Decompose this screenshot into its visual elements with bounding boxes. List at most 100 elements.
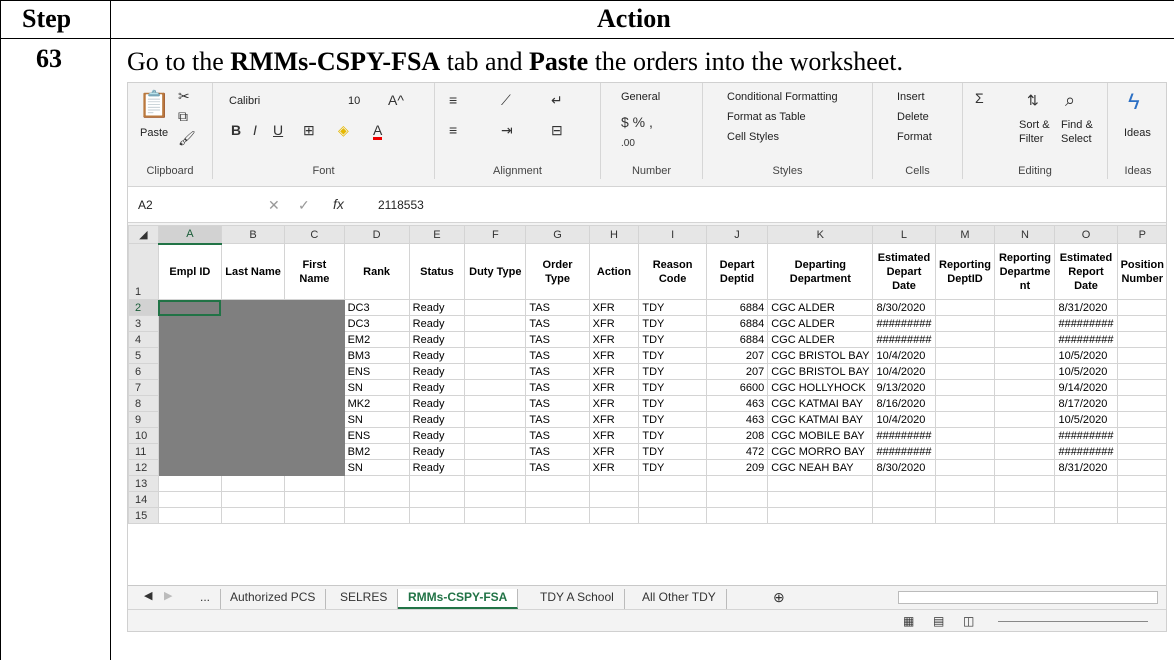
cell[interactable] bbox=[157, 507, 222, 524]
ideas-button[interactable]: Ideas bbox=[1124, 127, 1151, 139]
cell[interactable]: 8/17/2020 bbox=[1054, 395, 1118, 412]
cell[interactable]: TAS bbox=[525, 347, 590, 364]
cell[interactable]: CGC ALDER bbox=[767, 315, 874, 332]
cell[interactable] bbox=[284, 379, 345, 396]
cell[interactable] bbox=[343, 491, 410, 508]
cell[interactable]: 8/31/2020 bbox=[1054, 299, 1118, 316]
cell[interactable] bbox=[284, 491, 345, 508]
cell[interactable] bbox=[220, 395, 286, 412]
cell[interactable] bbox=[284, 507, 345, 524]
cell[interactable] bbox=[525, 475, 590, 492]
column-header[interactable]: A bbox=[157, 225, 222, 245]
format-painter-icon[interactable]: 🖌 bbox=[178, 131, 196, 145]
header-cell[interactable]: Rank bbox=[343, 243, 410, 300]
cell[interactable]: 10/4/2020 bbox=[872, 411, 936, 428]
worksheet[interactable]: ◢ A B C D E F G H I J K L M N O P 1 Empl ID Last Name First… bbox=[128, 225, 1166, 524]
underline-icon[interactable]: U bbox=[273, 123, 283, 137]
header-cell[interactable]: Duty Type bbox=[464, 243, 527, 300]
row-header[interactable]: 1 bbox=[128, 243, 159, 300]
cell[interactable] bbox=[1116, 395, 1166, 412]
cell[interactable] bbox=[464, 507, 527, 524]
cell[interactable] bbox=[343, 507, 410, 524]
insert-button[interactable]: Insert bbox=[897, 91, 925, 103]
cell[interactable]: XFR bbox=[588, 315, 640, 332]
cell[interactable]: CGC KATMAI BAY bbox=[767, 411, 874, 428]
cell[interactable]: TDY bbox=[638, 363, 707, 380]
cell[interactable]: TAS bbox=[525, 459, 590, 476]
tab-selres[interactable]: SELRES bbox=[330, 589, 399, 609]
cell[interactable] bbox=[1054, 507, 1118, 524]
cell[interactable] bbox=[1116, 315, 1166, 332]
cell[interactable]: 10/5/2020 bbox=[1054, 411, 1118, 428]
cell[interactable]: TAS bbox=[525, 331, 590, 348]
cell[interactable] bbox=[934, 347, 996, 364]
cell[interactable] bbox=[994, 395, 1056, 412]
cell[interactable] bbox=[934, 507, 996, 524]
cell[interactable] bbox=[220, 315, 286, 332]
worksheet-grid[interactable]: ◢ A B C D E F G H I J K L M N O P 1 Empl ID Last Name First… bbox=[128, 225, 1166, 585]
column-header[interactable]: C bbox=[284, 225, 345, 244]
cell[interactable] bbox=[994, 427, 1056, 444]
cell[interactable] bbox=[284, 395, 345, 412]
cell[interactable] bbox=[464, 427, 527, 444]
cell[interactable]: DC3 bbox=[343, 315, 410, 332]
cell[interactable] bbox=[525, 507, 590, 524]
next-sheet-icon[interactable]: ▶ bbox=[164, 591, 172, 602]
search-icon[interactable]: ⌕ bbox=[1065, 91, 1075, 109]
cell[interactable]: SN bbox=[343, 411, 410, 428]
cell[interactable] bbox=[408, 507, 466, 524]
formula-input[interactable]: 2118553 bbox=[378, 198, 424, 212]
cell[interactable] bbox=[284, 411, 345, 428]
cell[interactable]: 209 bbox=[705, 459, 769, 476]
cell[interactable] bbox=[464, 379, 527, 396]
add-sheet-icon[interactable]: ⊕ bbox=[773, 590, 785, 604]
enter-icon[interactable]: ✓ bbox=[298, 198, 310, 212]
cell[interactable]: SN bbox=[343, 459, 410, 476]
cell[interactable]: 6884 bbox=[705, 299, 769, 316]
cell[interactable]: ENS bbox=[343, 427, 410, 444]
cell[interactable] bbox=[464, 459, 527, 476]
cell[interactable]: 8/30/2020 bbox=[872, 459, 936, 476]
cell[interactable] bbox=[284, 443, 345, 460]
header-cell[interactable]: Action bbox=[588, 243, 640, 300]
cell[interactable]: ######### bbox=[1054, 315, 1118, 332]
font-color-icon[interactable]: A bbox=[373, 123, 383, 140]
cell[interactable]: TDY bbox=[638, 443, 707, 460]
cell[interactable] bbox=[220, 347, 286, 364]
cell[interactable] bbox=[157, 299, 222, 316]
cell[interactable] bbox=[934, 459, 996, 476]
cell[interactable] bbox=[934, 491, 996, 508]
cell[interactable]: XFR bbox=[588, 459, 640, 476]
column-header[interactable]: L bbox=[872, 225, 936, 244]
sort-filter-button[interactable]: Sort & bbox=[1019, 119, 1050, 131]
wrap-text-icon[interactable]: ↵ bbox=[551, 93, 563, 107]
cell[interactable] bbox=[872, 475, 936, 492]
cell[interactable] bbox=[284, 347, 345, 364]
header-cell[interactable]: Reporting Departme nt bbox=[994, 243, 1056, 300]
row-header[interactable]: 15 bbox=[128, 507, 159, 524]
cell[interactable] bbox=[588, 507, 640, 524]
align-left-icon[interactable]: ≡ bbox=[449, 123, 457, 137]
cell[interactable]: CGC ALDER bbox=[767, 331, 874, 348]
find-select-button[interactable]: Find & bbox=[1061, 119, 1093, 131]
header-cell[interactable]: Estimated Depart Date bbox=[872, 243, 936, 300]
cell[interactable]: TAS bbox=[525, 299, 590, 316]
cell[interactable]: Ready bbox=[408, 331, 466, 348]
cell[interactable]: 6884 bbox=[705, 331, 769, 348]
header-cell[interactable]: Reason Code bbox=[638, 243, 707, 300]
cell[interactable]: TDY bbox=[638, 347, 707, 364]
cell[interactable]: 208 bbox=[705, 427, 769, 444]
header-cell[interactable]: Status bbox=[408, 243, 466, 300]
more-sheets-button[interactable]: ... bbox=[190, 589, 222, 609]
sort-icon[interactable]: ⇅ bbox=[1027, 93, 1039, 107]
autosum-icon[interactable]: Σ bbox=[975, 91, 984, 105]
paste-icon[interactable]: 📋 bbox=[138, 91, 170, 117]
cell[interactable]: TAS bbox=[525, 379, 590, 396]
header-cell[interactable]: Last Name bbox=[220, 243, 286, 300]
cell[interactable]: 8/31/2020 bbox=[1054, 459, 1118, 476]
row-header[interactable]: 5 bbox=[128, 347, 159, 364]
cell[interactable] bbox=[994, 379, 1056, 396]
cell[interactable] bbox=[157, 491, 222, 508]
cell[interactable] bbox=[220, 443, 286, 460]
cell[interactable]: 9/14/2020 bbox=[1054, 379, 1118, 396]
